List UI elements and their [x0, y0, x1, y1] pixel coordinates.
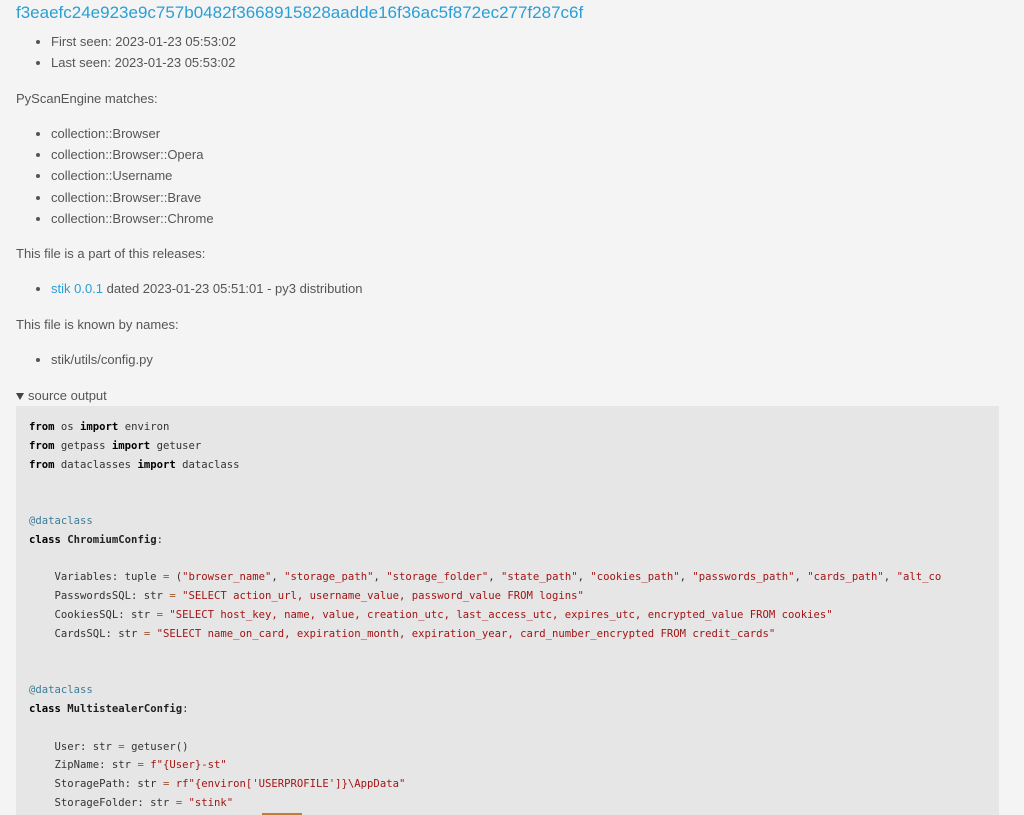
- code-line: from os import environ: [29, 421, 170, 433]
- seen-list: First seen: 2023-01-23 05:53:02 Last see…: [36, 31, 236, 73]
- source-code: from os import environ from getpass impor…: [16, 406, 999, 813]
- file-hash-link[interactable]: f3eaefc24e923e9c757b0482f3668915828aadde…: [16, 3, 583, 23]
- match-item: collection::Browser::Chrome: [36, 208, 214, 229]
- code-line: class MultistealerConfig:: [29, 702, 189, 715]
- last-seen-item: Last seen: 2023-01-23 05:53:02: [36, 52, 236, 73]
- code-line: CookiesSQL: str = "SELECT host_key, name…: [29, 608, 833, 621]
- matches-list: collection::Browser collection::Browser:…: [36, 123, 214, 229]
- first-seen-item: First seen: 2023-01-23 05:53:02: [36, 31, 236, 52]
- match-item: collection::Browser: [36, 123, 214, 144]
- releases-heading: This file is a part of this releases:: [16, 246, 206, 261]
- releases-list: stik 0.0.1 dated 2023-01-23 05:51:01 - p…: [36, 278, 363, 299]
- matches-heading: PyScanEngine matches:: [16, 91, 158, 106]
- code-line: from getpass import getuser: [29, 439, 202, 452]
- code-line: from dataclasses import dataclass: [29, 458, 240, 471]
- release-link[interactable]: stik 0.0.1: [51, 281, 103, 296]
- page: f3eaefc24e923e9c757b0482f3668915828aadde…: [0, 0, 1024, 815]
- code-line: @dataclass: [29, 684, 93, 697]
- source-output-label: source output: [28, 388, 107, 403]
- file-name-item: stik/utils/config.py: [36, 349, 153, 370]
- code-line: ZipName: str = f"{User}-st": [29, 759, 227, 772]
- code-line: class ChromiumConfig:: [29, 533, 163, 546]
- match-item: collection::Browser::Opera: [36, 144, 214, 165]
- code-line: @dataclass: [29, 514, 93, 527]
- names-list: stik/utils/config.py: [36, 349, 153, 370]
- release-item: stik 0.0.1 dated 2023-01-23 05:51:01 - p…: [36, 278, 363, 299]
- source-code-block[interactable]: from os import environ from getpass impor…: [16, 406, 999, 815]
- match-item: collection::Username: [36, 165, 214, 186]
- disclosure-triangle-icon: [16, 392, 24, 400]
- code-line: PasswordsSQL: str = "SELECT action_url, …: [29, 590, 584, 603]
- names-heading: This file is known by names:: [16, 317, 179, 332]
- code-line: User: str = getuser(): [29, 740, 189, 753]
- match-item: collection::Browser::Brave: [36, 187, 214, 208]
- release-details: dated 2023-01-23 05:51:01 - py3 distribu…: [103, 281, 363, 296]
- code-line: CardsSQL: str = "SELECT name_on_card, ex…: [29, 627, 776, 640]
- source-output-toggle[interactable]: source output: [16, 388, 107, 403]
- code-line: Variables: tuple = ("browser_name", "sto…: [29, 571, 942, 584]
- code-line: StoragePath: str = rf"{environ['USERPROF…: [29, 778, 406, 791]
- code-line: StorageFolder: str = "stink": [29, 796, 234, 809]
